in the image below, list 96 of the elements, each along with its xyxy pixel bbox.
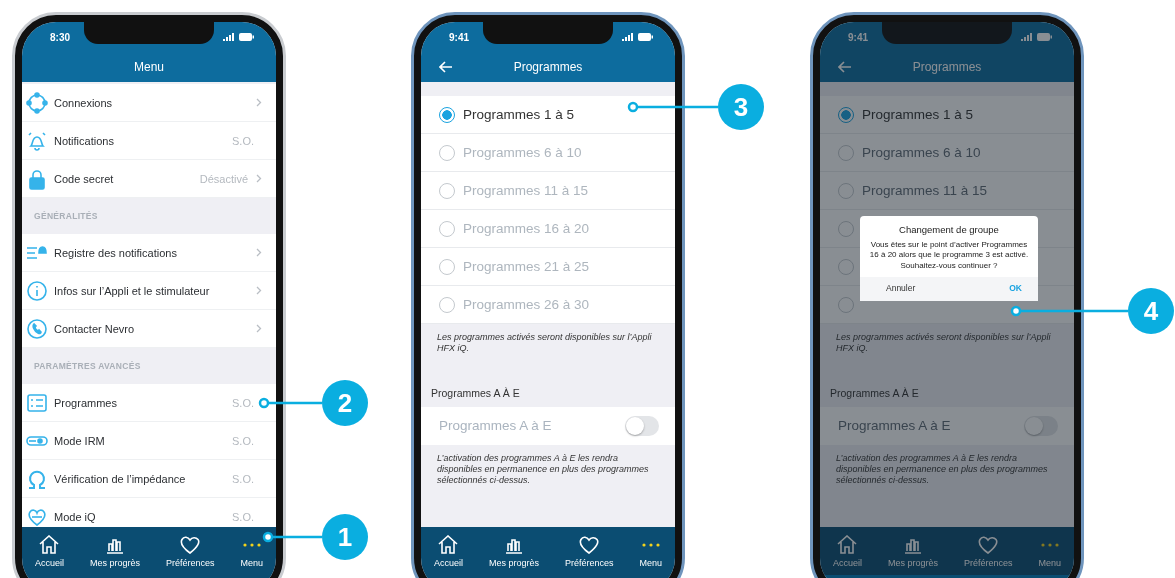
list-row[interactable]: Programmes 1 à 5 (820, 96, 1074, 134)
phone-icon (26, 317, 48, 340)
info-note: Les programmes activés seront disponibles sur l’Appli HFX iQ. (835, 331, 1052, 356)
home-icon (38, 534, 61, 555)
step-badge: 1 (322, 514, 368, 560)
dialog-message: Vous êtes sur le point d’activer Programmes 16 à 20 alors que le programme 3 est activé. Souhaitez-vous continuer ? (868, 240, 1030, 272)
menu-label: Programmes (54, 396, 118, 409)
menu-label: Contacter Nevro (54, 322, 136, 335)
option-label: Programmes A à E (838, 418, 951, 433)
menu-label: Registre des notifications (54, 246, 178, 259)
list-row[interactable]: Mode iQ S.O. (22, 498, 276, 527)
tab-item[interactable]: Menu (639, 534, 662, 568)
leader-line (262, 531, 322, 543)
cancel-button[interactable]: Annuler (884, 281, 918, 296)
list-row[interactable]: Vérification de l’impédance S.O. (22, 460, 276, 498)
signal-icon (1021, 33, 1033, 41)
signal-icon (622, 33, 634, 41)
tab-item[interactable]: Menu (1038, 534, 1061, 568)
menu-label: Vérification de l’impédance (54, 472, 187, 485)
tab-item[interactable]: Mes progrès (89, 534, 140, 568)
list-row[interactable]: Contacter Nevro (22, 310, 276, 348)
battery-icon (638, 33, 653, 41)
list-row[interactable]: Code secret Désactivé (22, 160, 276, 198)
info-note: L’activation des programmes A à E les rendra disponibles en permanence en plus des programmes sélectionnés ci-dessus. (835, 451, 1049, 487)
info-icon (26, 279, 48, 302)
info-note: Les programmes activés seront disponibles sur l’Appli HFX iQ. (436, 331, 653, 356)
tab-item[interactable]: Mes progrès (488, 534, 539, 568)
status-time: 9:41 (449, 31, 469, 43)
menu-label: Mode IRM (54, 434, 106, 447)
status-time: 9:41 (848, 31, 868, 43)
section-header: Programmes A À E (431, 386, 520, 399)
screen-title: Programmes (513, 60, 583, 74)
tab-item[interactable]: Accueil (833, 534, 862, 568)
heart-icon (179, 534, 202, 555)
status-value: S.O. (232, 396, 254, 409)
back-arrow-icon[interactable] (439, 61, 453, 73)
screen-title: Programmes (912, 60, 982, 74)
option-label: Programmes 6 à 10 (463, 145, 582, 160)
section-header: GÉNÉRALITÉS (34, 211, 98, 221)
dialog-title: Changement de groupe (899, 224, 999, 235)
status-value: S.O. (232, 434, 254, 447)
menu-label: Infos sur l’Appli et le stimulateur (54, 284, 211, 297)
status-value: S.O. (232, 472, 254, 485)
tab-item[interactable]: Préférences (165, 534, 215, 568)
list-row[interactable]: Notifications S.O. (22, 122, 276, 160)
menu-label: Code secret (54, 172, 115, 185)
list-row[interactable]: Connexions (22, 84, 276, 122)
status-value: S.O. (232, 510, 254, 523)
home-icon (836, 534, 859, 555)
tab-item[interactable]: Mes progrès (887, 534, 938, 568)
back-arrow-icon[interactable] (838, 61, 852, 73)
radio-button[interactable] (838, 106, 854, 123)
option-label: Programmes 16 à 20 (463, 221, 590, 236)
option-label: Programmes 21 à 25 (463, 259, 590, 274)
list-row[interactable]: Mode IRM S.O. (22, 422, 276, 460)
list-row[interactable]: Infos sur l’Appli et le stimulateur (22, 272, 276, 310)
step-badge: 2 (322, 380, 368, 426)
tab-item[interactable]: Menu (240, 534, 263, 568)
network-icon (26, 91, 48, 114)
list-icon (26, 391, 48, 414)
home-icon (437, 534, 460, 555)
tab-item[interactable]: Accueil (434, 534, 463, 568)
tab-item[interactable]: Préférences (963, 534, 1013, 568)
battery-icon (1037, 33, 1052, 41)
option-label: Programmes 11 à 15 (463, 183, 589, 198)
status-time: 8:30 (50, 31, 70, 43)
option-label: Programmes A à E (439, 418, 552, 433)
tab-item[interactable]: Préférences (564, 534, 614, 568)
section-header: Programmes A À E (830, 386, 919, 399)
screen-title: Menu (134, 60, 164, 74)
option-label: Programmes 26 à 30 (463, 297, 590, 312)
heart-icon (977, 534, 1000, 555)
step-badge: 3 (718, 84, 764, 130)
info-note: L’activation des programmes A à E les rendra disponibles en permanence en plus des programmes sélectionnés ci-dessus. (436, 451, 650, 487)
option-label: Programmes 11 à 15 (862, 183, 988, 198)
option-label: Programmes 6 à 10 (862, 145, 981, 160)
menu-label: Mode iQ (54, 510, 97, 523)
list-row[interactable]: Registre des notifications (22, 234, 276, 272)
option-label: Programmes 1 à 5 (862, 107, 974, 122)
lock-icon (26, 167, 48, 190)
leader-line (258, 397, 322, 409)
heart-icon (578, 534, 601, 555)
menu-label: Connexions (54, 96, 114, 109)
list-row[interactable]: Programmes S.O. (22, 384, 276, 422)
section-header: PARAMÈTRES AVANCÉS (34, 361, 141, 371)
list-row[interactable]: Programmes 1 à 5 (421, 96, 675, 134)
tab-item[interactable]: Accueil (35, 534, 64, 568)
menu-label: Notifications (54, 134, 115, 147)
signal-icon (223, 33, 235, 41)
option-label: Programmes 1 à 5 (463, 107, 575, 122)
status-value: S.O. (232, 134, 254, 147)
battery-icon (239, 33, 254, 41)
status-value: Désactivé (199, 172, 248, 185)
bell-icon (26, 129, 48, 152)
step-badge: 4 (1128, 288, 1174, 334)
radio-button[interactable] (439, 106, 455, 123)
